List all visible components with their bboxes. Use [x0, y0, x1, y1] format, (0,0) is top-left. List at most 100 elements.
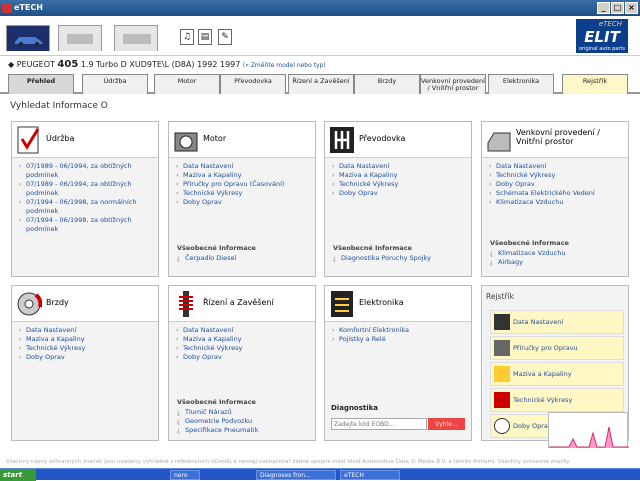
tab-prehled[interactable]: Přehled: [8, 74, 74, 94]
panel-brzdy: Brzdy Data Nastavení Maziva a Kapaliny T…: [11, 285, 159, 441]
link[interactable]: Technické Výkresy: [175, 189, 309, 198]
panel-venkovni: Venkovní provedení / Vnitřní prostor Dat…: [481, 121, 629, 277]
rejstrik-item[interactable]: Příručky pro Opravu: [490, 336, 624, 360]
link[interactable]: Technické Výkresy: [18, 344, 152, 353]
link[interactable]: Doby Oprav: [175, 353, 309, 362]
footer-disclaimer: Všechny názvy ochranných značek jsou uve…: [6, 459, 570, 465]
copy-icon[interactable]: ▤: [198, 29, 212, 45]
link[interactable]: Technické Výkresy: [175, 344, 309, 353]
car-door-icon: [487, 132, 511, 152]
vehicle-engine: 1.9 Turbo D XUD9TE\L (D8A) 1992 1997: [80, 60, 241, 69]
tab-rejstrik[interactable]: Rejstřík: [562, 74, 628, 94]
performance-graph: [548, 412, 629, 448]
tab-udrzba[interactable]: Údržba: [82, 74, 148, 94]
search-button[interactable]: Vyhle...: [428, 418, 465, 430]
clock-icon: [494, 418, 510, 434]
link[interactable]: Data Nastavení: [488, 162, 622, 171]
link[interactable]: Doby Oprav: [175, 198, 309, 207]
vehicle-van-tab[interactable]: [58, 25, 102, 51]
link[interactable]: Komfortní Elektronika: [331, 326, 465, 335]
drawing-icon: [494, 392, 510, 408]
tab-rizeni[interactable]: Řízení a Zavěšení: [288, 74, 354, 94]
vehicle-truck-tab[interactable]: [114, 25, 158, 51]
panel-prevodovka: Převodovka Data Nastavení Maziva a Kapal…: [324, 121, 472, 277]
link[interactable]: Technické Výkresy: [488, 171, 622, 180]
link[interactable]: Tlumič Nárazů: [177, 408, 258, 417]
tab-prevodovka[interactable]: Převodovka: [220, 74, 286, 94]
gearbox-icon: [330, 127, 354, 153]
link[interactable]: Maziva a Kapaliny: [175, 171, 309, 180]
link[interactable]: Doby Oprav: [18, 353, 152, 362]
flag-icon: ◆: [8, 60, 15, 69]
manual-icon: [494, 340, 510, 356]
tab-venkovni[interactable]: Venkovní provedení / Vnitřní prostor: [420, 74, 486, 94]
panel-rizeni: Řízení a Zavěšení Data Nastavení Maziva …: [168, 285, 316, 441]
data-icon: [494, 314, 510, 330]
link[interactable]: Schémata Elektrického Vedení: [488, 189, 622, 198]
tab-motor[interactable]: Motor: [154, 74, 220, 94]
link[interactable]: Geometrie Podvozku: [177, 417, 258, 426]
truck-icon: [123, 34, 151, 44]
eobd-code-input[interactable]: [331, 418, 427, 430]
rejstrik-item[interactable]: Maziva a Kapaliny: [490, 362, 624, 386]
brake-icon: [17, 292, 42, 316]
link[interactable]: Klimatizace Vzduchu: [490, 249, 569, 258]
vehicle-make: PEUGEOT: [16, 60, 55, 69]
link[interactable]: Klimatizace Vzduchu: [488, 198, 622, 207]
link[interactable]: Data Nastavení: [331, 162, 465, 171]
start-button[interactable]: start: [0, 469, 36, 481]
toolbar: ♫ ▤ ✎ eTECH ELIT original auto parts: [0, 16, 640, 56]
maximize-button[interactable]: □: [611, 2, 624, 14]
panel-motor: Motor Data Nastavení Maziva a Kapaliny P…: [168, 121, 316, 277]
oil-icon: [494, 366, 510, 382]
link[interactable]: Maziva a Kapaliny: [331, 171, 465, 180]
vehicle-car-tab[interactable]: [6, 25, 50, 51]
link[interactable]: Data Nastavení: [18, 326, 152, 335]
electronics-icon: [331, 291, 353, 317]
link[interactable]: Diagnostika Poruchy Spojky: [333, 254, 431, 263]
link[interactable]: Maziva a Kapaliny: [18, 335, 152, 344]
edit-icon[interactable]: ✎: [218, 29, 232, 45]
engine-icon: [174, 132, 198, 152]
link[interactable]: 07/1989 - 06/1994, za obtížných podmínek: [18, 162, 152, 180]
link[interactable]: 07/1989 - 06/1994, za obtížných podmínek: [18, 180, 152, 198]
rejstrik-item[interactable]: Data Nastavení: [490, 310, 624, 334]
window-title: eTECH: [14, 3, 43, 12]
link[interactable]: Příručky pro Opravu (Časování): [175, 180, 309, 189]
link[interactable]: Doby Oprav: [488, 180, 622, 189]
diagnostika-section: Diagnostika Vyhle...: [331, 404, 465, 430]
minimize-button[interactable]: _: [597, 2, 610, 14]
car-icon: [15, 37, 43, 46]
link[interactable]: Technické Výkresy: [331, 180, 465, 189]
checklist-icon: [17, 126, 40, 154]
close-button[interactable]: ×: [625, 2, 638, 14]
elit-logo: eTECH ELIT original auto parts: [576, 19, 628, 53]
tab-elektronika[interactable]: Elektronika: [488, 74, 554, 94]
link[interactable]: Data Nastavení: [175, 326, 309, 335]
suspension-icon: [179, 291, 193, 317]
app-icon: [2, 3, 12, 13]
vehicle-model: 405: [57, 59, 79, 70]
link[interactable]: Specifikace Pneumatik: [177, 426, 258, 435]
van-icon: [67, 34, 93, 44]
diagnostika-title: Diagnostika: [331, 404, 379, 412]
link[interactable]: Pojistky a Relé: [331, 335, 465, 344]
panel-udrzba: Údržba 07/1989 - 06/1994, za obtížných p…: [11, 121, 159, 277]
page-heading: Vyhledat Informace O: [10, 101, 108, 111]
link[interactable]: Airbagy: [490, 258, 569, 267]
nav-tabs: Přehled Údržba Motor Převodovka Řízení a…: [0, 72, 640, 94]
link[interactable]: 07/1994 - 06/1998, za normálních podmíne…: [18, 198, 152, 216]
tab-brzdy[interactable]: Brzdy: [354, 74, 420, 94]
link[interactable]: Čerpadlo Diesel: [177, 254, 256, 263]
link[interactable]: Doby Oprav: [331, 189, 465, 198]
taskbar-item[interactable]: nero: [170, 470, 200, 480]
vehicle-bar: ◆ PEUGEOT 405 1.9 Turbo D XUD9TE\L (D8A)…: [0, 56, 640, 72]
change-model-link[interactable]: (« Změňte model nebo typ): [243, 62, 326, 69]
link[interactable]: Maziva a Kapaliny: [175, 335, 309, 344]
taskbar-item[interactable]: eTECH: [340, 470, 400, 480]
link[interactable]: 07/1994 - 06/1998, za obtížných podmínek: [18, 216, 152, 234]
link[interactable]: Data Nastavení: [175, 162, 309, 171]
notes-icon[interactable]: ♫: [180, 29, 194, 45]
rejstrik-item[interactable]: Technické Výkresy: [490, 388, 624, 412]
taskbar-item[interactable]: Diagnoses fron...: [256, 470, 336, 480]
